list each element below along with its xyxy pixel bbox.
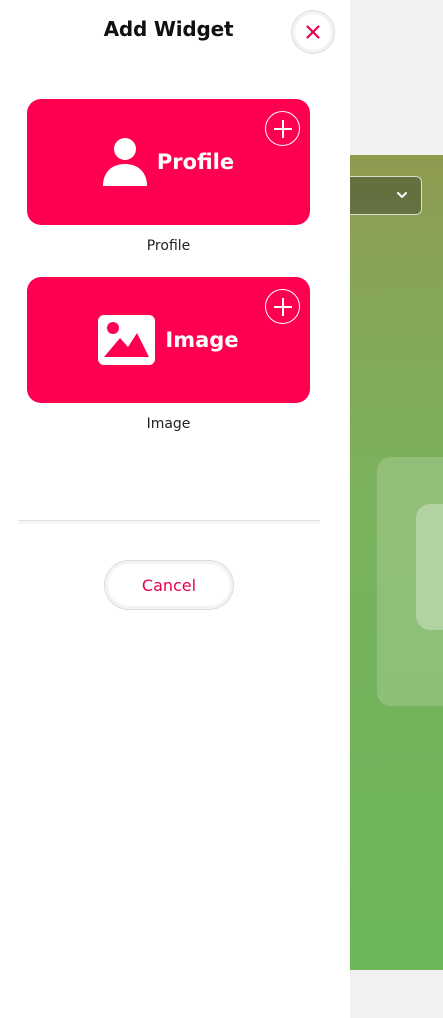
widget-caption-image: Image bbox=[146, 416, 191, 432]
widget-caption-profile: Profile bbox=[146, 238, 191, 254]
divider bbox=[18, 520, 320, 524]
close-button[interactable] bbox=[291, 10, 335, 54]
image-icon bbox=[98, 315, 156, 365]
widget-title-image: Image bbox=[165, 328, 239, 352]
widget-card-profile[interactable]: Profile bbox=[27, 99, 310, 225]
background-inner-card bbox=[416, 504, 443, 630]
add-widget-drawer: Add Widget Profile Profile Image Image C… bbox=[0, 0, 350, 1018]
drawer-title: Add Widget bbox=[103, 17, 234, 41]
add-profile-widget-button[interactable] bbox=[265, 111, 300, 146]
add-image-widget-button[interactable] bbox=[265, 289, 300, 324]
close-icon bbox=[306, 25, 320, 39]
person-icon bbox=[102, 138, 147, 186]
widget-card-image[interactable]: Image bbox=[27, 277, 310, 403]
background-app-area bbox=[350, 155, 443, 970]
cancel-button[interactable]: Cancel bbox=[104, 560, 234, 610]
background-dropdown[interactable] bbox=[350, 176, 422, 215]
chevron-down-icon bbox=[397, 192, 407, 198]
widget-title-profile: Profile bbox=[156, 150, 235, 174]
